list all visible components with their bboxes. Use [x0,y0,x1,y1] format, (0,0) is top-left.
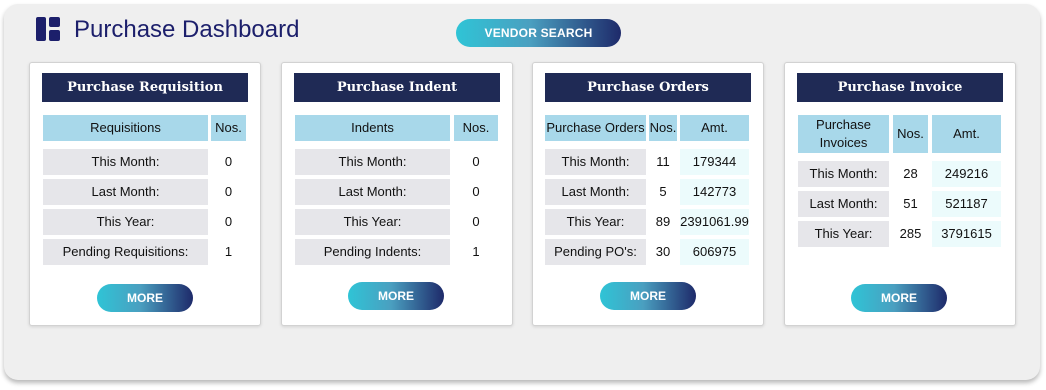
column-header: Purchase Orders [545,115,646,141]
row-nos: 0 [472,184,480,199]
row-label: Last Month: [295,179,450,205]
row-nos: 28 [903,166,918,181]
column-header: Amt. [680,115,749,141]
dashboard-icon [36,17,60,41]
purchase-orders-card: Purchase Orders Purchase Orders Nos. Amt… [532,62,764,326]
row-label: Last Month: [43,179,208,205]
column-header: Nos. [893,115,928,153]
more-button[interactable]: MORE [348,282,444,310]
row-nos: 1 [224,244,233,259]
row-label: This Month: [295,149,450,175]
column-header: Purchase Invoices [798,115,889,153]
purchase-indent-card: Purchase Indent Indents Nos. This Month:… [281,62,513,326]
column-header: Nos. [649,115,677,141]
row-amount: 521187 [932,191,1001,217]
row-amount: 142773 [680,179,749,205]
vendor-search-button[interactable]: VENDOR SEARCH [456,19,621,47]
column-header: Nos. [454,115,498,141]
row-nos: 30 [655,244,671,259]
row-label: Pending Requisitions: [43,239,208,265]
row-label: Last Month: [545,179,646,205]
row-nos: 1 [472,244,480,259]
column-header: Requisitions [43,115,208,141]
row-amount: 179344 [680,149,749,175]
row-label: This Year: [295,209,450,235]
more-button[interactable]: MORE [600,282,696,310]
card-title: Purchase Invoice [797,73,1003,102]
row-label: This Month: [798,161,889,187]
column-header: Indents [295,115,450,141]
row-nos: 0 [224,214,233,229]
row-nos: 0 [224,154,233,169]
row-nos: 5 [659,184,667,199]
row-label: This Month: [43,149,208,175]
more-button[interactable]: MORE [851,284,947,312]
page-title: Purchase Dashboard [74,16,300,43]
row-label: This Year: [545,209,646,235]
card-title: Purchase Orders [545,73,751,102]
column-header: Amt. [932,115,1001,153]
purchase-invoice-card: Purchase Invoice Purchase Invoices Nos. … [784,62,1016,326]
row-amount: 2391061.99 [680,209,749,235]
more-button[interactable]: MORE [97,284,193,312]
row-nos: 0 [472,154,480,169]
row-nos: 89 [655,214,671,229]
row-label: This Year: [798,221,889,247]
row-amount: 3791615 [932,221,1001,247]
row-nos: 0 [472,214,480,229]
purchase-requisition-card: Purchase Requisition Requisitions Nos. T… [29,62,261,326]
card-title: Purchase Indent [294,73,500,102]
row-label: Pending PO's: [545,239,646,265]
row-label: This Year: [43,209,208,235]
row-label: This Month: [545,149,646,175]
row-label: Pending Indents: [295,239,450,265]
row-label: Last Month: [798,191,889,217]
row-amount: 249216 [932,161,1001,187]
row-nos: 285 [899,226,922,241]
row-nos: 11 [656,154,670,169]
row-nos: 51 [903,196,918,211]
card-title: Purchase Requisition [42,73,248,102]
row-nos: 0 [224,184,233,199]
column-header: Nos. [211,115,246,141]
row-amount: 606975 [680,239,749,265]
